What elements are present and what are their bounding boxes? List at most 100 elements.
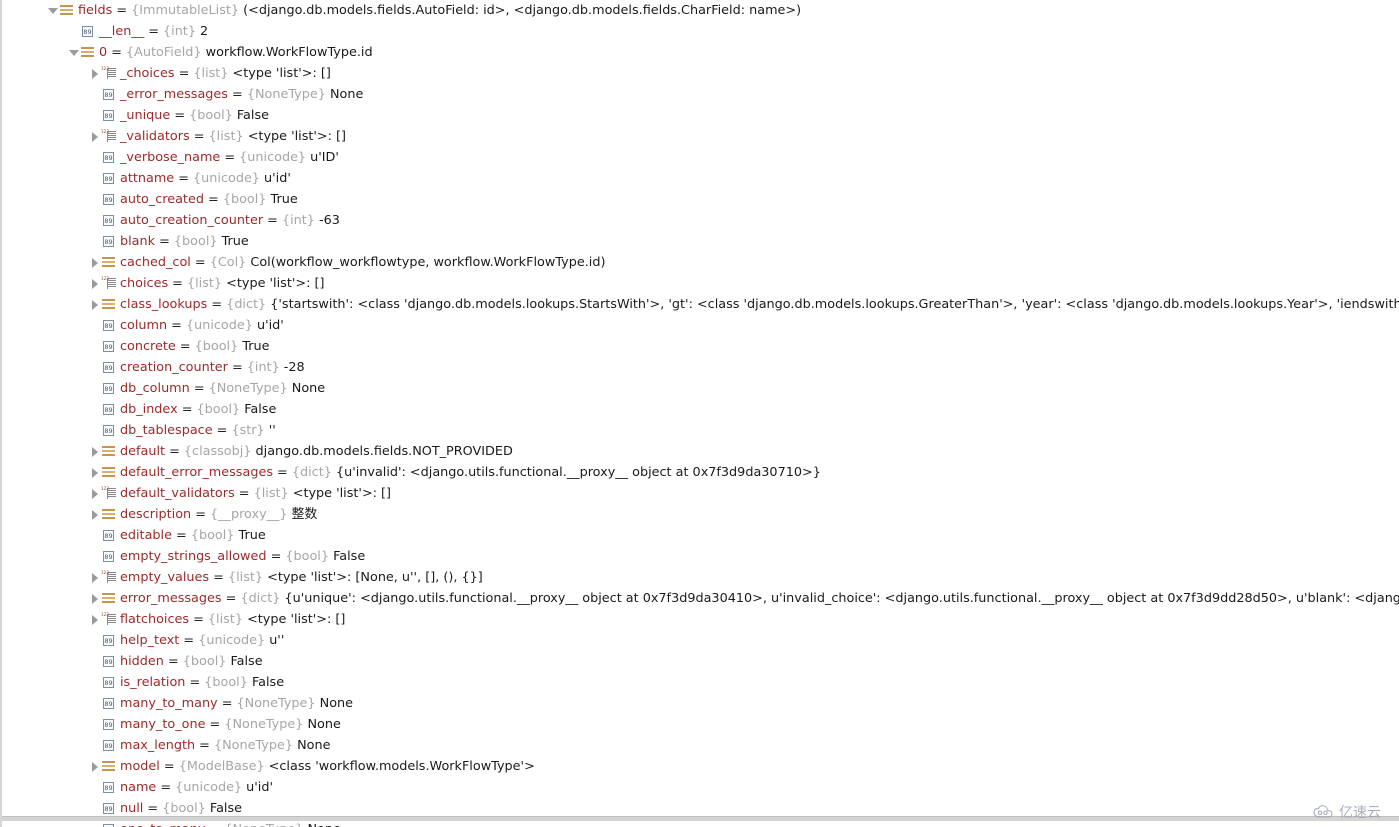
var-icon: [102, 798, 116, 816]
tree-row[interactable]: 0 = {AutoField} workflow.WorkFlowType.id: [2, 42, 1399, 63]
chevron-right-icon[interactable]: [88, 567, 102, 588]
equals-sign: =: [263, 213, 282, 228]
tree-row[interactable]: choices = {list} <type 'list'>: []: [2, 273, 1399, 294]
tree-row[interactable]: default_error_messages = {dict} {u'inval…: [2, 462, 1399, 483]
tree-row[interactable]: is_relation = {bool} False: [2, 672, 1399, 693]
variable-name: attname: [120, 171, 175, 186]
tree-row[interactable]: model = {ModelBase} <class 'workflow.mod…: [2, 756, 1399, 777]
tree-row[interactable]: auto_creation_counter = {int} -63: [2, 210, 1399, 231]
chevron-right-icon[interactable]: [88, 126, 102, 147]
var-icon: [102, 168, 116, 189]
tree-row[interactable]: error_messages = {dict} {u'unique': <dja…: [2, 588, 1399, 609]
variable-type: {dict}: [226, 297, 267, 312]
debugger-variables-panel[interactable]: fields = {ImmutableList} (<django.db.mod…: [0, 0, 1399, 827]
tree-row[interactable]: empty_strings_allowed = {bool} False: [2, 546, 1399, 567]
tree-row[interactable]: attname = {unicode} u'id': [2, 168, 1399, 189]
tree-row[interactable]: many_to_one = {NoneType} None: [2, 714, 1399, 735]
tree-row[interactable]: editable = {bool} True: [2, 525, 1399, 546]
chevron-right-icon[interactable]: [88, 462, 102, 483]
variables-tree[interactable]: fields = {ImmutableList} (<django.db.mod…: [2, 0, 1399, 816]
tree-row[interactable]: fields = {ImmutableList} (<django.db.mod…: [2, 0, 1399, 21]
tree-row[interactable]: default = {classobj} django.db.models.fi…: [2, 441, 1399, 462]
tree-row[interactable]: blank = {bool} True: [2, 231, 1399, 252]
equals-sign: =: [168, 276, 187, 291]
equals-sign: =: [189, 381, 209, 396]
tree-row[interactable]: creation_counter = {int} -28: [2, 357, 1399, 378]
var-icon: [102, 546, 116, 567]
tree-row[interactable]: _unique = {bool} False: [2, 105, 1399, 126]
variable-value: u'id': [246, 780, 273, 795]
variable-name: description: [120, 507, 192, 522]
tree-row[interactable]: many_to_many = {NoneType} None: [2, 693, 1399, 714]
chevron-right-icon[interactable]: [88, 294, 102, 315]
tree-row[interactable]: db_tablespace = {str} '': [2, 420, 1399, 441]
variable-value: <type 'list'>: []: [247, 612, 346, 627]
chevron-right-icon[interactable]: [88, 483, 102, 504]
variable-type: {list}: [186, 276, 223, 291]
chevron-right-icon[interactable]: [88, 588, 102, 609]
tree-row[interactable]: flatchoices = {list} <type 'list'>: []: [2, 609, 1399, 630]
chevron-right-icon[interactable]: [88, 273, 102, 294]
variable-value: -63: [318, 213, 340, 228]
equals-sign: =: [220, 150, 240, 165]
tree-row[interactable]: concrete = {bool} True: [2, 336, 1399, 357]
var-icon: [102, 651, 116, 672]
tree-row[interactable]: _error_messages = {NoneType} None: [2, 84, 1399, 105]
variable-value: None: [297, 738, 331, 753]
tree-row[interactable]: description = {__proxy__} 整数: [2, 504, 1399, 525]
tree-row[interactable]: hidden = {bool} False: [2, 651, 1399, 672]
tree-row[interactable]: column = {unicode} u'id': [2, 315, 1399, 336]
variable-type: {Col}: [209, 255, 247, 270]
variable-value: '': [268, 423, 276, 438]
tree-row[interactable]: name = {unicode} u'id': [2, 777, 1399, 798]
tree-row[interactable]: help_text = {unicode} u'': [2, 630, 1399, 651]
chevron-right-icon[interactable]: [88, 756, 102, 777]
list-icon: [101, 273, 116, 294]
variable-name: concrete: [120, 339, 176, 354]
tree-row[interactable]: _verbose_name = {unicode} u'ID': [2, 147, 1399, 168]
tree-row[interactable]: auto_created = {bool} True: [2, 189, 1399, 210]
tree-row[interactable]: null = {bool} False: [2, 798, 1399, 816]
chevron-right-icon[interactable]: [88, 252, 102, 273]
tree-row[interactable]: one_to_many = {NoneType} None: [2, 821, 1399, 827]
variable-type: {int}: [281, 213, 315, 228]
tree-row[interactable]: max_length = {NoneType} None: [2, 735, 1399, 756]
chevron-down-icon[interactable]: [46, 0, 60, 21]
obj-icon: [102, 294, 116, 315]
variable-value: True: [270, 192, 298, 207]
variable-name: cached_col: [120, 255, 191, 270]
variable-name: auto_creation_counter: [120, 213, 264, 228]
chevron-right-icon[interactable]: [88, 609, 102, 630]
chevron-down-icon[interactable]: [67, 42, 81, 63]
var-icon: [102, 630, 116, 651]
variable-value: workflow.WorkFlowType.id: [205, 45, 373, 60]
tree-row[interactable]: class_lookups = {dict} {'startswith': <c…: [2, 294, 1399, 315]
variable-type: {unicode}: [198, 633, 266, 648]
tree-row[interactable]: empty_values = {list} <type 'list'>: [No…: [2, 567, 1399, 588]
variable-value: (<django.db.models.fields.AutoField: id>…: [243, 3, 802, 18]
equals-sign: =: [155, 234, 174, 249]
chevron-right-icon[interactable]: [88, 441, 102, 462]
variable-name: model: [120, 759, 160, 774]
equals-sign: =: [143, 801, 163, 816]
tree-row[interactable]: _validators = {list} <type 'list'>: []: [2, 126, 1399, 147]
variable-value: None: [329, 87, 364, 102]
partial-clipped-row: one_to_many = {NoneType} None: [2, 821, 1399, 827]
chevron-right-icon[interactable]: [88, 504, 102, 525]
tree-row[interactable]: _choices = {list} <type 'list'>: []: [2, 63, 1399, 84]
variable-name: default_validators: [120, 486, 235, 501]
obj-icon: [102, 588, 116, 609]
chevron-right-icon[interactable]: [88, 63, 102, 84]
variable-value: u'ID': [310, 150, 339, 165]
tree-row[interactable]: __len__ = {int} 2: [2, 21, 1399, 42]
equals-sign: =: [165, 444, 184, 459]
tree-row[interactable]: cached_col = {Col} Col(workflow_workflow…: [2, 252, 1399, 273]
tree-row[interactable]: default_validators = {list} <type 'list'…: [2, 483, 1399, 504]
tree-row[interactable]: db_column = {NoneType} None: [2, 378, 1399, 399]
tree-row[interactable]: db_index = {bool} False: [2, 399, 1399, 420]
variable-value: 2: [200, 24, 209, 39]
